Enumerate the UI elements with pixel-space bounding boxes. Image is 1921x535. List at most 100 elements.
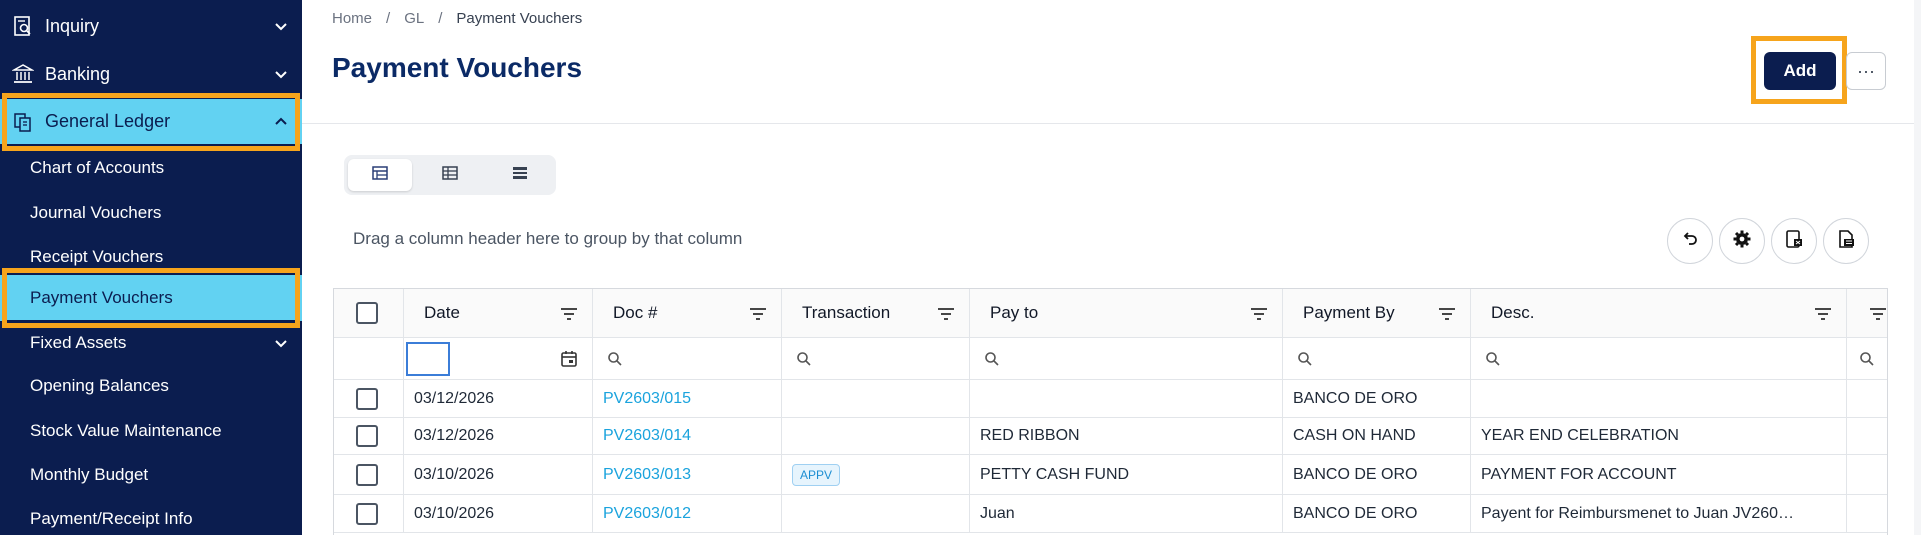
filter-icon[interactable]: [1250, 306, 1268, 320]
date-value: 03/12/2026: [414, 389, 495, 407]
grid-filter-row: [334, 338, 1887, 380]
sidebar-item-opening-balances[interactable]: Opening Balances: [0, 370, 302, 404]
column-header-date[interactable]: Date: [404, 289, 593, 337]
view-list-button[interactable]: [488, 159, 552, 191]
table-row[interactable]: 03/10/2026 PV2603/012 Juan BANCO DE ORO …: [334, 495, 1887, 533]
payment-by-filter-cell[interactable]: [1283, 338, 1471, 379]
desc-cell: PAYMENT FOR ACCOUNT: [1471, 455, 1847, 494]
more-options-button[interactable]: ···: [1846, 52, 1886, 90]
view-table-button[interactable]: [418, 159, 482, 191]
sidebar-item-monthly-budget[interactable]: Monthly Budget: [0, 459, 302, 493]
doc-link[interactable]: PV2603/014: [603, 427, 691, 445]
column-header-label: Desc.: [1491, 303, 1535, 322]
select-all-checkbox[interactable]: [356, 302, 378, 324]
doc-link[interactable]: PV2603/012: [603, 505, 691, 523]
table-row[interactable]: 03/12/2026 PV2603/014 RED RIBBON CASH ON…: [334, 418, 1887, 455]
sidebar: Inquiry Banking General Ledger Chart of …: [0, 0, 302, 535]
extra-filter-cell[interactable]: [1847, 338, 1887, 379]
pay-to-value: Juan: [980, 504, 1015, 522]
search-icon: [984, 351, 1000, 367]
sidebar-item-journal-vouchers[interactable]: Journal Vouchers: [0, 197, 302, 231]
export-excel-button[interactable]: [1771, 218, 1817, 264]
filter-select-cell: [334, 338, 404, 379]
column-header-label: Pay to: [990, 303, 1039, 322]
payment-by-cell: BANCO DE ORO: [1283, 455, 1471, 494]
data-grid: Date Doc # Transaction Pay to Payment By…: [333, 288, 1888, 535]
doc-link[interactable]: PV2603/013: [603, 466, 691, 484]
active-underline: [6, 320, 296, 323]
doc-link[interactable]: PV2603/015: [603, 390, 691, 408]
sidebar-item-payment-vouchers[interactable]: Payment Vouchers: [0, 275, 302, 321]
transaction-cell: [782, 418, 970, 454]
sidebar-item-payment-receipt-info[interactable]: Payment/Receipt Info: [0, 503, 302, 535]
column-header-label: Payment By: [1303, 303, 1395, 322]
filter-icon[interactable]: [560, 306, 578, 320]
breadcrumb-gl[interactable]: GL: [404, 10, 424, 27]
sidebar-item-receipt-vouchers[interactable]: Receipt Vouchers: [0, 241, 302, 275]
breadcrumb-current: Payment Vouchers: [456, 10, 583, 27]
column-header-doc[interactable]: Doc #: [593, 289, 782, 337]
doc-filter-cell[interactable]: [593, 338, 782, 379]
extra-cell: [1847, 455, 1887, 494]
sidebar-item-label: General Ledger: [45, 111, 171, 131]
sidebar-item-label: Monthly Budget: [30, 465, 149, 484]
date-value: 03/10/2026: [414, 465, 495, 483]
column-header-desc[interactable]: Desc.: [1471, 289, 1847, 337]
date-filter-input[interactable]: [406, 341, 450, 376]
sidebar-item-label: Fixed Assets: [30, 333, 127, 352]
sidebar-item-banking[interactable]: Banking: [0, 56, 302, 92]
settings-button[interactable]: [1719, 218, 1765, 264]
date-cell: 03/10/2026: [404, 495, 593, 532]
header-divider: [302, 123, 1921, 124]
sidebar-item-label: Opening Balances: [30, 376, 169, 395]
column-header-label: Transaction: [802, 303, 891, 322]
transaction-filter-cell[interactable]: [782, 338, 970, 379]
filter-icon[interactable]: [1438, 306, 1456, 320]
column-header-extra[interactable]: [1847, 289, 1887, 337]
pay-to-cell: Juan: [970, 495, 1283, 532]
pay-to-filter-cell[interactable]: [970, 338, 1283, 379]
desc-value: Payent for Reimbursmenet to Juan JV260…: [1481, 504, 1795, 522]
breadcrumb-home[interactable]: Home: [332, 10, 372, 27]
search-icon: [1859, 351, 1875, 367]
filter-icon[interactable]: [1869, 306, 1887, 320]
undo-icon: [1681, 230, 1699, 253]
extra-cell: [1847, 495, 1887, 532]
undo-button[interactable]: [1667, 218, 1713, 264]
filter-icon[interactable]: [749, 306, 767, 320]
excel-export-icon: [1784, 229, 1804, 254]
date-filter-cell[interactable]: [404, 338, 593, 379]
column-header-transaction[interactable]: Transaction: [782, 289, 970, 337]
desc-cell: [1471, 380, 1847, 417]
sidebar-item-stock-value-maintenance[interactable]: Stock Value Maintenance: [0, 415, 302, 449]
pay-to-value: RED RIBBON: [980, 427, 1080, 444]
payment-by-value: BANCO DE ORO: [1293, 465, 1418, 483]
search-icon: [1297, 351, 1313, 367]
sidebar-item-label: Banking: [45, 63, 111, 84]
header-select-cell: [334, 289, 404, 337]
view-grid-button[interactable]: [348, 159, 412, 191]
export-pdf-button[interactable]: [1823, 218, 1869, 264]
row-checkbox[interactable]: [356, 425, 378, 447]
sidebar-item-general-ledger[interactable]: General Ledger: [0, 99, 302, 144]
row-checkbox[interactable]: [356, 463, 378, 486]
sidebar-item-chart-of-accounts[interactable]: Chart of Accounts: [0, 152, 302, 186]
list-view-icon: [512, 166, 528, 185]
doc-cell: PV2603/014: [593, 418, 782, 454]
column-header-payment-by[interactable]: Payment By: [1283, 289, 1471, 337]
row-checkbox[interactable]: [356, 387, 378, 410]
filter-icon[interactable]: [1814, 306, 1832, 320]
calendar-icon[interactable]: [560, 350, 578, 368]
sidebar-item-inquiry[interactable]: Inquiry: [0, 8, 302, 44]
sidebar-item-fixed-assets[interactable]: Fixed Assets: [0, 326, 302, 360]
breadcrumb-separator: /: [386, 10, 391, 27]
table-row[interactable]: 03/10/2026 PV2603/013 APPV PETTY CASH FU…: [334, 455, 1887, 495]
desc-filter-cell[interactable]: [1471, 338, 1847, 379]
row-checkbox[interactable]: [356, 502, 378, 525]
add-button[interactable]: Add: [1764, 52, 1836, 90]
scrollbar-track[interactable]: [1914, 0, 1921, 535]
search-icon: [796, 351, 812, 367]
filter-icon[interactable]: [937, 306, 955, 320]
column-header-pay-to[interactable]: Pay to: [970, 289, 1283, 337]
table-row[interactable]: 03/12/2026 PV2603/015 BANCO DE ORO: [334, 380, 1887, 418]
